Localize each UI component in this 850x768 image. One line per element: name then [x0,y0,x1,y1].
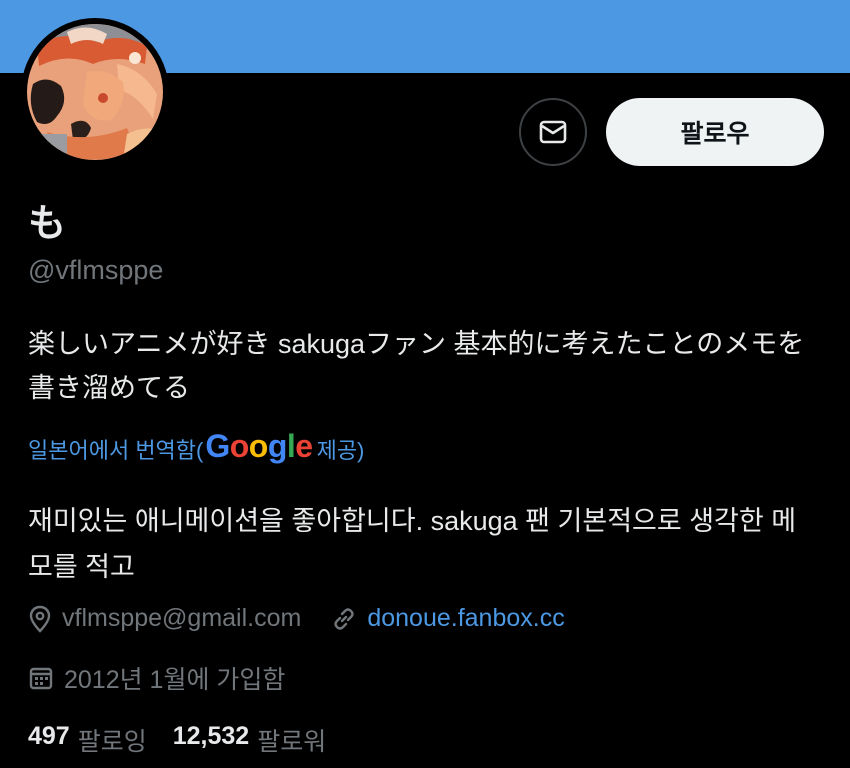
profile-page: 팔로우 も @vflmsppe 楽しいアニメが好き sakugaファン 基本的に… [0,0,850,768]
profile-location: vflmsppe@gmail.com [62,604,302,632]
follow-button[interactable]: 팔로우 [606,98,824,166]
translation-attribution[interactable]: 일본어에서 번역함( Google 제공) [28,428,365,467]
display-name: も [28,203,67,245]
profile-join-date: 2012년 1월에 가입함 [64,666,286,694]
google-logo-letter: o [229,428,250,464]
google-logo-letter: e [295,428,313,464]
avatar[interactable] [21,18,169,166]
google-logo-letter: G [205,428,230,464]
calendar-icon [28,665,54,691]
profile-meta-row: vflmsppe@gmail.com donoue.fanbox.cc [28,604,565,633]
google-logo: Google [205,428,313,465]
profile-website-link[interactable]: donoue.fanbox.cc [367,604,564,633]
followers-label: 팔로워 [257,728,327,756]
translation-suffix: 제공) [316,437,365,463]
following-label: 팔로잉 [77,728,147,756]
translation-prefix: 일본어에서 번역함( [28,437,204,463]
link-icon [331,606,357,632]
follow-stats: 497 팔로잉 12,532 팔로워 [28,722,352,758]
translated-bio: 재미있는 애니메이션을 좋아합니다. sakuga 팬 기본적으로 생각한 메모… [28,506,797,582]
following-count: 497 [28,722,70,750]
location-pin-icon [28,605,52,633]
profile-bio: 楽しいアニメが好き sakugaファン 基本的に考えたことのメモを書き溜めてる [28,329,805,403]
envelope-icon [539,120,567,144]
profile-meta-row: 2012년 1월에 가입함 [28,660,285,696]
avatar-image [27,24,163,160]
google-logo-letter: o [248,428,269,464]
follow-button-label: 팔로우 [680,120,750,148]
profile-handle: @vflmsppe [28,255,164,285]
following-link[interactable]: 497 팔로잉 [28,722,173,758]
message-button[interactable] [519,98,587,166]
google-logo-letter: g [267,428,288,464]
followers-count: 12,532 [172,722,250,750]
followers-link[interactable]: 12,532 팔로워 [173,722,352,758]
